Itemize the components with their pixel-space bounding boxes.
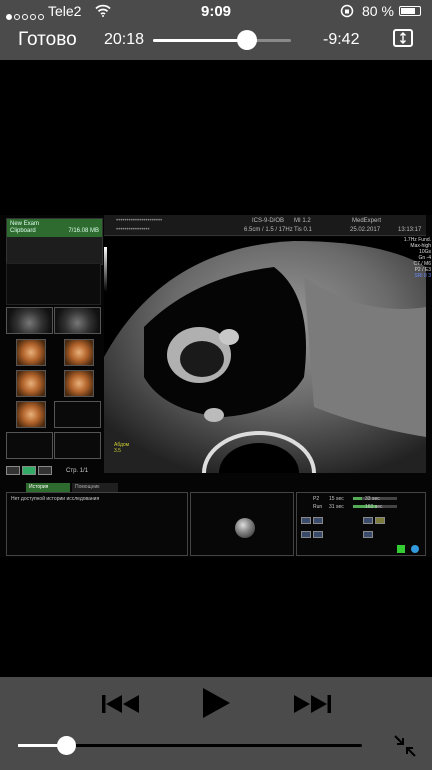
thumbnail-empty <box>54 432 101 459</box>
clock: 9:09 <box>201 3 232 20</box>
depth-value: 3.5 <box>114 448 121 454</box>
depth-label: Абдом 3.5 <box>114 442 129 454</box>
page-prev-button[interactable] <box>6 466 20 475</box>
scan-step-icon[interactable] <box>313 531 323 538</box>
help-icon[interactable] <box>411 545 419 553</box>
patient-name-masked: •••••••••••••••••••••• <box>116 218 163 224</box>
scrubber-track[interactable] <box>153 39 291 42</box>
scan-step-icon[interactable] <box>313 517 323 524</box>
aspect-fill-icon <box>400 32 406 44</box>
probe-preset: ICS-9-D/OB <box>252 218 285 224</box>
scrubber-progress <box>153 39 247 42</box>
page-next-button[interactable] <box>38 466 52 475</box>
signal-dot <box>22 14 28 20</box>
history-empty-text: Нет доступной истории исследования <box>11 496 100 502</box>
thumbnail[interactable] <box>16 370 46 397</box>
clinic-name: MedExpert <box>352 218 382 224</box>
timer-time: 31 sec <box>329 504 344 510</box>
patient-id-masked: •••••••••••••••• <box>116 227 150 233</box>
scan-time: 13:13:17 <box>398 227 422 233</box>
next-icon[interactable] <box>293 694 331 714</box>
scan-step-icon[interactable] <box>301 517 311 524</box>
param-highlight: SRI II 3 <box>414 273 431 279</box>
imaging-parameters: 1.7Hz Fund. Max-high 10Gs Gn -4 C7 / M6 … <box>397 237 431 279</box>
scan-step-icon[interactable] <box>363 517 373 524</box>
signal-dot <box>30 14 36 20</box>
player-top-bar: Готово 20:18 -9:42 <box>0 22 432 60</box>
thumbnail[interactable] <box>16 339 46 366</box>
scan-timer-panel: P2 15 sec 33 sec Run 31 sec 163 sec <box>296 492 426 556</box>
exam-history-panel: Нет доступной истории исследования <box>6 492 188 556</box>
clipboard-header: New Exam Clipboard 7/16.08 MB <box>7 219 102 237</box>
timer-time: 15 sec <box>329 496 344 502</box>
aspect-toggle-button[interactable] <box>393 29 413 47</box>
thumbnail-empty <box>54 401 101 428</box>
timer-total: 163 sec <box>365 504 383 510</box>
clipboard-empty-area <box>6 263 101 305</box>
grayscale-bar <box>104 247 107 292</box>
carrier-name: Tele2 <box>48 3 82 19</box>
player-controls <box>0 677 432 770</box>
volume-handle[interactable] <box>56 736 76 755</box>
timer-total: 33 sec <box>365 496 380 502</box>
wifi-icon <box>95 4 111 17</box>
thumbnail[interactable] <box>64 370 94 397</box>
thumbnail[interactable] <box>16 401 46 428</box>
tab-scan-assistant[interactable]: Помощник сканирова <box>72 483 118 499</box>
scrubber-handle[interactable] <box>236 30 257 50</box>
scan-step-icon[interactable] <box>363 531 373 538</box>
scan-date: 25.02.2017 <box>350 227 381 233</box>
trackball-panel <box>190 492 294 556</box>
done-button[interactable]: Готово <box>18 29 77 51</box>
timer-label: P2 <box>313 496 320 502</box>
thumbnail[interactable] <box>64 339 94 366</box>
mechanical-index: MI 1.2 <box>294 218 311 224</box>
ultrasound-image <box>104 237 426 473</box>
signal-dot <box>14 14 20 20</box>
status-bar: Tele2 9:09 80 % <box>0 0 432 22</box>
signal-dot <box>6 14 12 20</box>
thumbnail[interactable] <box>54 307 101 334</box>
thumbnail[interactable] <box>6 307 53 334</box>
scan-header: •••••••••••••••••••••• •••••••••••••••• … <box>104 215 426 236</box>
previous-icon[interactable] <box>102 694 140 714</box>
thumbnail-empty <box>6 432 53 459</box>
clipboard-title: New Exam <box>10 221 40 227</box>
exam-clipboard-panel: New Exam Clipboard 7/16.08 MB <box>6 218 103 265</box>
video-frame: New Exam Clipboard 7/16.08 MB Стр. 1/1 •… <box>0 215 432 557</box>
probe-info: 6.5cm / 1.5 / 17Hz <box>244 227 293 233</box>
play-icon[interactable] <box>201 687 231 719</box>
exit-fullscreen-icon[interactable] <box>393 734 417 758</box>
remaining-time: -9:42 <box>323 31 360 48</box>
tab-exam-history[interactable]: История исслед. <box>26 483 70 499</box>
scan-step-icon[interactable] <box>301 531 311 538</box>
scan-step-icon[interactable] <box>375 517 385 524</box>
save-icon[interactable] <box>397 545 405 553</box>
page-grid-button[interactable] <box>22 466 36 475</box>
clipboard-size: 7/16.08 MB <box>68 228 99 234</box>
battery-icon <box>399 6 421 16</box>
timer-label: Run <box>313 504 323 510</box>
thermal-index: Tis 0.1 <box>294 227 312 233</box>
trackball-icon <box>235 518 255 538</box>
battery-percent: 80 % <box>362 3 394 19</box>
page-label: Стр. 1/1 <box>66 468 89 474</box>
orientation-lock-icon <box>340 4 354 18</box>
elapsed-time: 20:18 <box>104 31 145 48</box>
signal-dot <box>38 14 44 20</box>
